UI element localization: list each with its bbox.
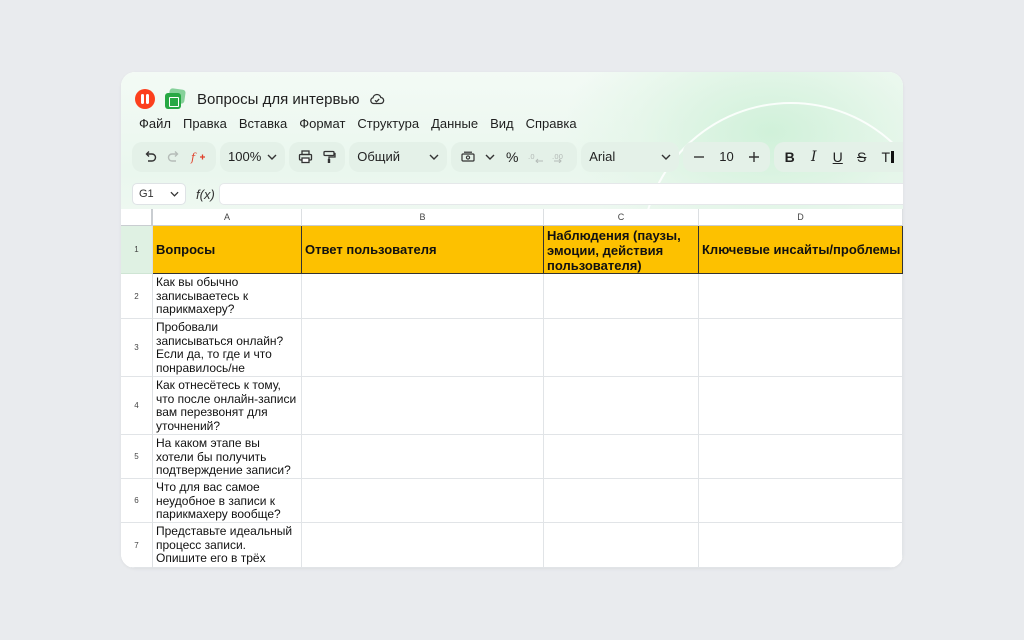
row-header-1[interactable]: 1 bbox=[121, 226, 153, 274]
header-cell-insights[interactable]: Ключевые инсайты/проблемы bbox=[699, 226, 903, 274]
menu-edit[interactable]: Правка bbox=[183, 116, 227, 131]
svg-text:f: f bbox=[190, 151, 197, 164]
svg-text:.00: .00 bbox=[552, 153, 563, 161]
text-style-group: B I U S T bbox=[773, 141, 903, 172]
column-header-b[interactable]: B bbox=[302, 209, 544, 226]
answer-cell[interactable] bbox=[302, 523, 544, 568]
zoom-group[interactable]: 100% bbox=[220, 141, 286, 172]
chevron-down-icon[interactable] bbox=[485, 154, 495, 160]
answer-cell[interactable] bbox=[302, 479, 544, 523]
function-insert-icon[interactable]: f bbox=[187, 146, 209, 168]
select-all-corner[interactable] bbox=[121, 209, 153, 226]
undo-icon[interactable] bbox=[139, 146, 161, 168]
row-header-5[interactable]: 5 bbox=[121, 435, 153, 479]
question-cell[interactable]: Как отнесётесь к тому, что после онлайн-… bbox=[153, 377, 302, 435]
currency-percent-group: % .0 .00 bbox=[451, 141, 578, 172]
header-cell-user-answer[interactable]: Ответ пользователя bbox=[302, 226, 544, 274]
question-cell[interactable]: Пробовали записываться онлайн? Если да, … bbox=[153, 319, 302, 377]
chevron-down-icon bbox=[267, 154, 277, 160]
chevron-down-icon bbox=[170, 191, 179, 197]
column-header-a[interactable]: A bbox=[153, 209, 302, 226]
insight-cell[interactable] bbox=[699, 435, 903, 479]
formula-input[interactable] bbox=[219, 183, 903, 205]
column-header-c[interactable]: C bbox=[544, 209, 699, 226]
insight-cell[interactable] bbox=[699, 377, 903, 435]
redo-icon[interactable] bbox=[163, 146, 185, 168]
observation-cell[interactable] bbox=[544, 274, 699, 319]
name-box[interactable]: G1 bbox=[132, 183, 186, 205]
insight-cell[interactable] bbox=[699, 319, 903, 377]
formula-area: G1 f(x) bbox=[132, 183, 215, 205]
document-title[interactable]: Вопросы для интервью bbox=[197, 91, 359, 108]
header-cell-observations[interactable]: Наблюдения (паузы, эмоции, действия поль… bbox=[544, 226, 699, 274]
spreadsheet-grid: A B C D 1 Вопросы Ответ пользователя Наб… bbox=[121, 209, 903, 568]
menu-structure[interactable]: Структура bbox=[357, 116, 419, 131]
decrease-decimal-icon[interactable]: .0 bbox=[525, 146, 547, 168]
cloud-saved-icon[interactable] bbox=[369, 91, 385, 107]
font-size-group: 10 bbox=[683, 141, 770, 172]
observation-cell[interactable] bbox=[544, 319, 699, 377]
cell-reference: G1 bbox=[139, 188, 154, 200]
menu-view[interactable]: Вид bbox=[490, 116, 514, 131]
observation-cell[interactable] bbox=[544, 479, 699, 523]
observation-cell[interactable] bbox=[544, 377, 699, 435]
insight-cell[interactable] bbox=[699, 479, 903, 523]
font-family-value: Arial bbox=[589, 149, 616, 164]
underline-icon[interactable]: U bbox=[827, 146, 849, 168]
toolbar: f 100% Общий % .0 .00 Arial 10 B I U S T bbox=[132, 141, 903, 172]
chevron-down-icon bbox=[661, 154, 671, 160]
currency-format-icon[interactable] bbox=[457, 146, 479, 168]
italic-icon[interactable]: I bbox=[803, 146, 825, 168]
answer-cell[interactable] bbox=[302, 274, 544, 319]
svg-text:.0: .0 bbox=[528, 153, 535, 161]
header-cell-questions[interactable]: Вопросы bbox=[153, 226, 302, 274]
number-format-select[interactable]: Общий bbox=[349, 141, 448, 172]
app-window: Вопросы для интервью Файл Правка Вставка… bbox=[121, 72, 903, 568]
insight-cell[interactable] bbox=[699, 523, 903, 568]
observation-cell[interactable] bbox=[544, 435, 699, 479]
question-cell[interactable]: Как вы обычно записываетесь к парикмахер… bbox=[153, 274, 302, 319]
print-icon[interactable] bbox=[294, 146, 316, 168]
chevron-down-icon bbox=[429, 154, 439, 160]
insight-cell[interactable] bbox=[699, 274, 903, 319]
menu-bar: Файл Правка Вставка Формат Структура Дан… bbox=[139, 116, 589, 131]
yandex-logo-icon[interactable] bbox=[135, 89, 155, 109]
history-group: f bbox=[132, 141, 216, 172]
zoom-value[interactable]: 100% bbox=[228, 149, 261, 164]
number-format-value: Общий bbox=[357, 149, 401, 164]
column-header-d[interactable]: D bbox=[699, 209, 903, 226]
menu-insert[interactable]: Вставка bbox=[239, 116, 287, 131]
menu-data[interactable]: Данные bbox=[431, 116, 478, 131]
row-header-3[interactable]: 3 bbox=[121, 319, 153, 377]
observation-cell[interactable] bbox=[544, 523, 699, 568]
row-header-4[interactable]: 4 bbox=[121, 377, 153, 435]
answer-cell[interactable] bbox=[302, 377, 544, 435]
font-family-select[interactable]: Arial bbox=[581, 141, 680, 172]
menu-file[interactable]: Файл bbox=[139, 116, 171, 131]
paint-format-icon[interactable] bbox=[318, 146, 340, 168]
sheets-logo-icon[interactable] bbox=[165, 87, 186, 109]
answer-cell[interactable] bbox=[302, 435, 544, 479]
row-header-7[interactable]: 7 bbox=[121, 523, 153, 568]
font-size-value[interactable]: 10 bbox=[719, 149, 733, 164]
question-cell[interactable]: На каком этапе вы хотели бы получить под… bbox=[153, 435, 302, 479]
print-paint-group bbox=[289, 141, 346, 172]
row-header-6[interactable]: 6 bbox=[121, 479, 153, 523]
strikethrough-icon[interactable]: S bbox=[851, 146, 873, 168]
question-cell[interactable]: Что для вас самое неудобное в записи к п… bbox=[153, 479, 302, 523]
bold-icon[interactable]: B bbox=[779, 146, 801, 168]
fx-icon: f(x) bbox=[196, 186, 215, 202]
menu-format[interactable]: Формат bbox=[299, 116, 345, 131]
increase-decimal-icon[interactable]: .00 bbox=[549, 146, 571, 168]
menu-help[interactable]: Справка bbox=[526, 116, 577, 131]
decrease-font-size-button[interactable] bbox=[688, 146, 710, 168]
percent-format-button[interactable]: % bbox=[501, 146, 523, 168]
row-header-2[interactable]: 2 bbox=[121, 274, 153, 319]
text-color-icon[interactable]: T bbox=[875, 146, 901, 168]
increase-font-size-button[interactable] bbox=[743, 146, 765, 168]
title-bar: Вопросы для интервью bbox=[135, 87, 385, 110]
answer-cell[interactable] bbox=[302, 319, 544, 377]
question-cell[interactable]: Представьте идеальный процесс записи. Оп… bbox=[153, 523, 302, 568]
